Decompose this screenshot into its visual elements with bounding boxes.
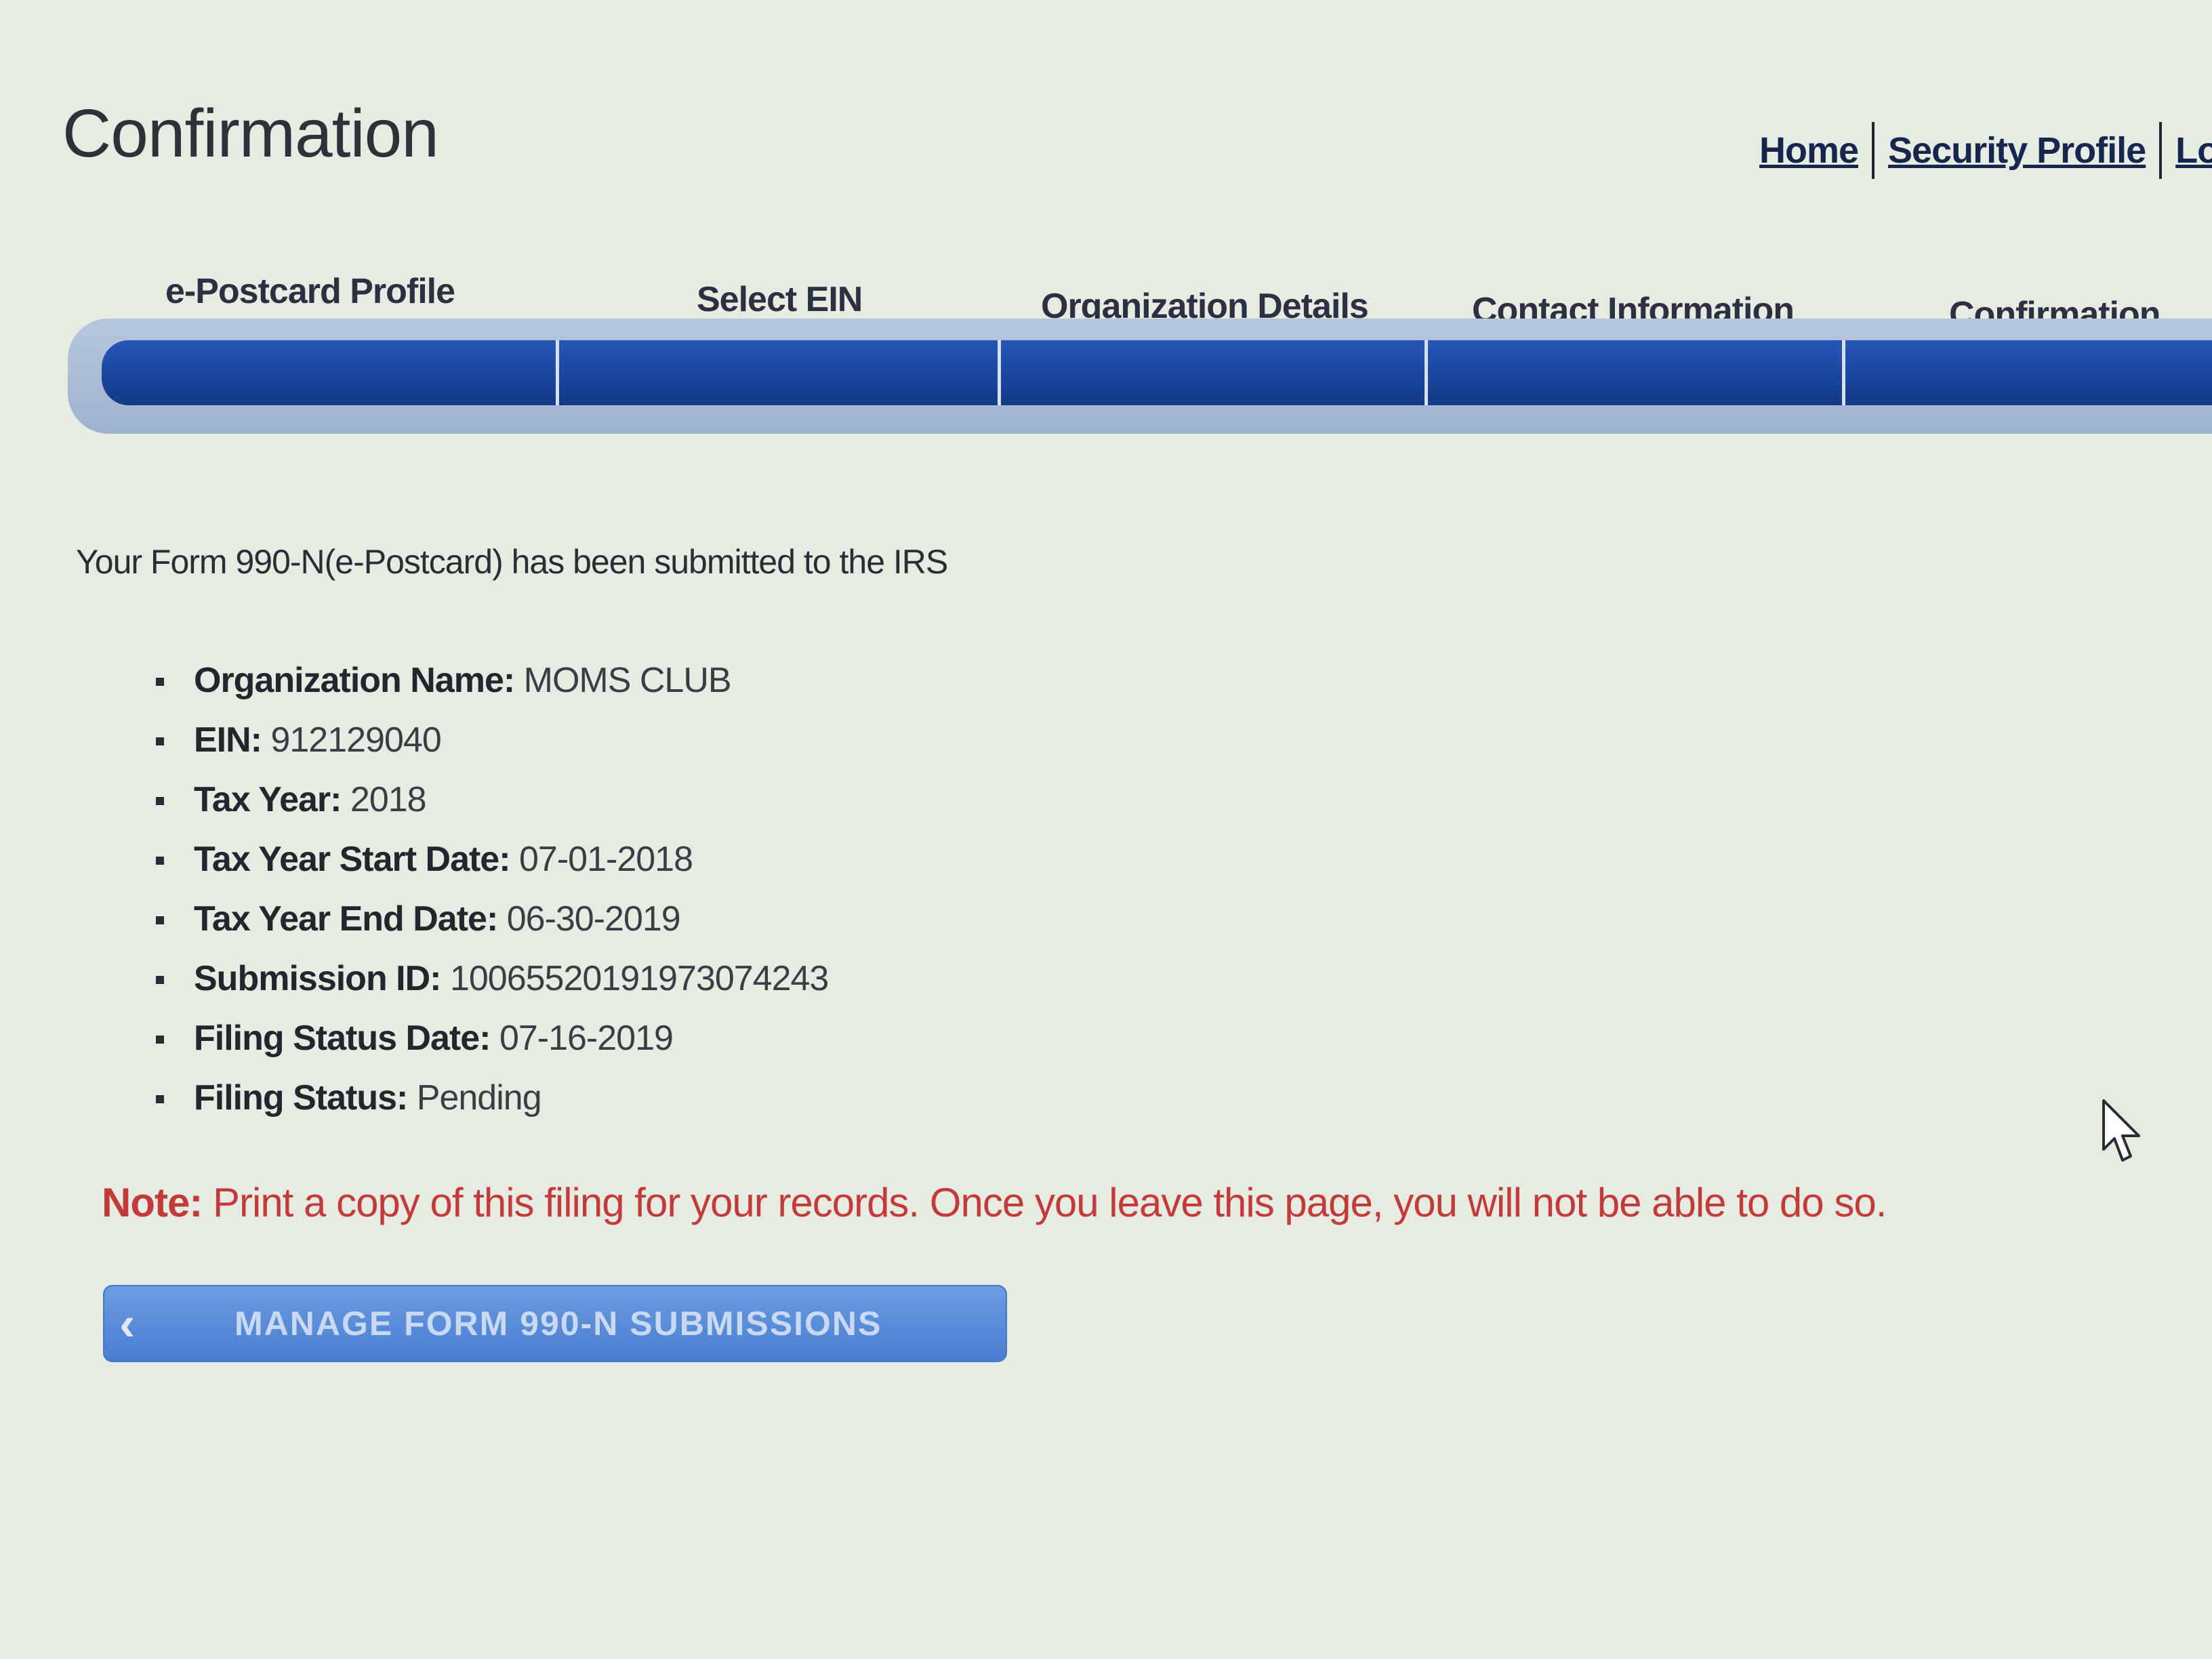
progress-bar-track: [68, 319, 2212, 434]
detail-value: 06-30-2019: [506, 899, 681, 939]
bullet-icon: [156, 737, 164, 745]
detail-label: Tax Year:: [194, 780, 342, 819]
progress-bar-fill: [102, 340, 2212, 405]
bullet-icon: [156, 976, 164, 984]
detail-item-tax-year-end-date: Tax Year End Date: 06-30-2019: [156, 889, 828, 949]
chevron-left-icon: ‹: [119, 1297, 136, 1350]
detail-label: Filing Status Date:: [194, 1019, 491, 1058]
detail-label: Submission ID:: [194, 959, 441, 998]
detail-label: Organization Name:: [194, 661, 515, 700]
detail-value: Pending: [416, 1078, 542, 1118]
bullet-icon: [156, 797, 164, 805]
submission-message: Your Form 990-N(e-Postcard) has been sub…: [76, 543, 948, 581]
page-title: Confirmation: [62, 96, 439, 171]
detail-item-ein: EIN: 912129040: [156, 710, 828, 770]
note-label: Note:: [102, 1180, 203, 1225]
detail-value: 2018: [350, 780, 427, 819]
detail-item-filing-status: Filing Status: Pending: [156, 1068, 828, 1128]
manage-submissions-label: MANAGE FORM 990-N SUBMISSIONS: [234, 1305, 882, 1343]
detail-item-tax-year-start-date: Tax Year Start Date: 07-01-2018: [156, 830, 828, 889]
print-note: Note: Print a copy of this filing for yo…: [102, 1179, 1887, 1226]
bullet-icon: [156, 857, 164, 865]
progress-step-divider: [998, 340, 1001, 405]
link-separator: [2159, 122, 2163, 179]
step-label-select-ein: Select EIN: [697, 280, 863, 319]
detail-value: 07-16-2019: [499, 1019, 674, 1058]
detail-label: Filing Status:: [194, 1078, 408, 1118]
progress-step-divider: [1425, 340, 1428, 405]
bullet-icon: [156, 1036, 164, 1044]
detail-item-tax-year: Tax Year: 2018: [156, 770, 828, 830]
progress-step-divider: [556, 340, 559, 405]
detail-value: 07-01-2018: [519, 840, 693, 879]
bullet-icon: [156, 916, 164, 924]
detail-label: Tax Year End Date:: [194, 899, 498, 939]
detail-item-submission-id: Submission ID: 10065520191973074243: [156, 949, 829, 1008]
filing-details-list: Organization Name: MOMS CLUB EIN: 912129…: [156, 651, 829, 1128]
logout-link[interactable]: Log: [2175, 129, 2212, 171]
detail-label: EIN:: [194, 720, 262, 760]
top-links-nav: Home Security Profile Log: [1759, 122, 2212, 179]
detail-value: 912129040: [270, 720, 441, 760]
detail-label: Tax Year Start Date:: [194, 840, 511, 879]
note-text: Print a copy of this filing for your rec…: [212, 1180, 1887, 1225]
bullet-icon: [156, 678, 164, 686]
home-link[interactable]: Home: [1759, 129, 1859, 171]
security-profile-link[interactable]: Security Profile: [1888, 129, 2146, 171]
detail-value: 10065520191973074243: [449, 959, 829, 998]
bullet-icon: [156, 1095, 164, 1103]
manage-submissions-button[interactable]: ‹ MANAGE FORM 990-N SUBMISSIONS: [103, 1285, 1007, 1362]
mouse-cursor-icon: [2102, 1099, 2140, 1162]
detail-value: MOMS CLUB: [523, 661, 732, 700]
link-separator: [1872, 122, 1875, 179]
progress-steps: e-Postcard Profile Select EIN Organizati…: [68, 271, 2212, 447]
progress-step-divider: [1842, 340, 1845, 405]
detail-item-filing-status-date: Filing Status Date: 07-16-2019: [156, 1008, 828, 1068]
step-label-epostcard-profile: e-Postcard Profile: [165, 272, 455, 311]
detail-item-organization-name: Organization Name: MOMS CLUB: [156, 651, 828, 710]
